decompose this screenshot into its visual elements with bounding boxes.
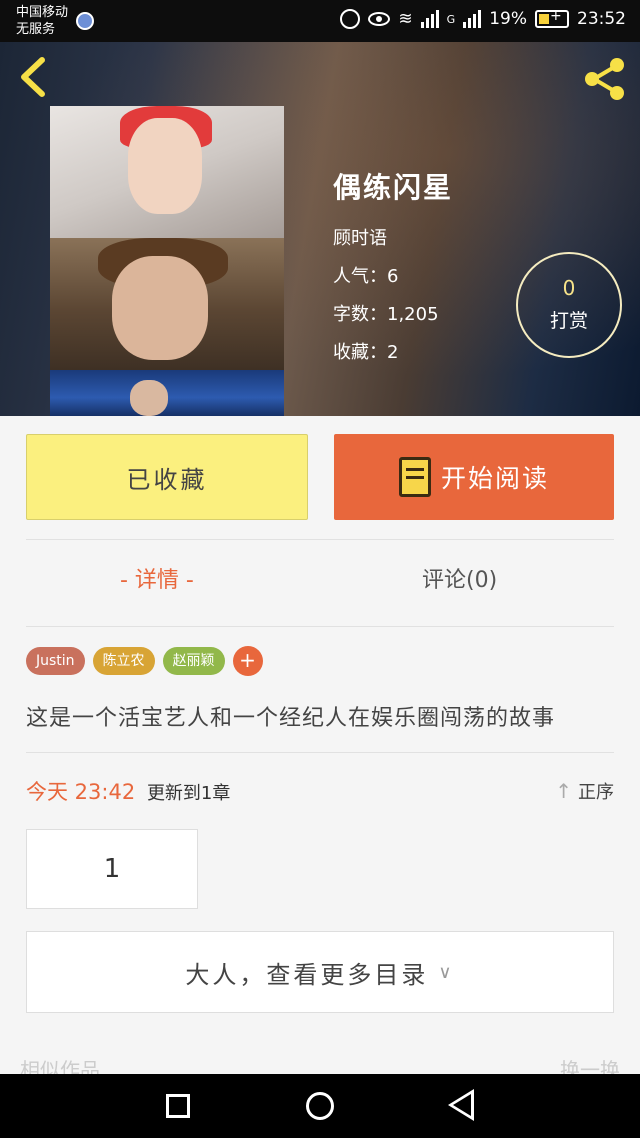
divider — [26, 626, 614, 627]
tab-comments[interactable]: 评论(0) — [422, 562, 497, 594]
tag[interactable]: 赵丽颖 — [162, 647, 225, 675]
tab-detail[interactable]: - 详情 - — [120, 562, 194, 594]
divider — [26, 539, 614, 540]
tip-label: 打赏 — [549, 310, 588, 332]
cover-figure-face — [112, 256, 208, 360]
battery-percent: 19% — [489, 9, 527, 29]
notification-app-icon — [76, 12, 94, 30]
book-header: 偶练闪星 顾时语 人气：6 字数：1,205 收藏：2 0 打赏 — [0, 42, 640, 416]
collected-button[interactable]: 已收藏 — [26, 434, 308, 520]
more-catalog-button[interactable]: 大人，查看更多目录 ∨ — [26, 931, 614, 1013]
status-icons: ≋ G 19% 23:52 — [340, 8, 626, 29]
book-author[interactable]: 顾时语 — [333, 220, 453, 258]
chevron-down-icon: ∨ — [438, 961, 455, 983]
action-buttons: 已收藏 开始阅读 — [26, 434, 614, 522]
book-cover[interactable] — [50, 106, 284, 416]
book-info: 偶练闪星 顾时语 人气：6 字数：1,205 收藏：2 — [333, 166, 453, 372]
system-nav-bar — [0, 1074, 640, 1138]
cover-photo-3 — [50, 370, 284, 416]
signal-icon — [420, 10, 439, 28]
book-popularity: 人气：6 — [333, 266, 399, 287]
tag-list: Justin 陈立农 赵丽颖 + — [26, 646, 263, 676]
sort-button[interactable]: ↑ 正序 — [555, 778, 614, 804]
start-reading-button[interactable]: 开始阅读 — [334, 434, 614, 520]
book-word-count: 字数：1,205 — [333, 304, 439, 325]
tag[interactable]: Justin — [26, 647, 85, 675]
sort-label: 正序 — [578, 782, 614, 803]
signal-type: G — [446, 12, 456, 26]
back-chevron-icon[interactable] — [14, 54, 54, 100]
tip-button[interactable]: 0 打赏 — [516, 252, 622, 358]
clock: 23:52 — [577, 9, 626, 29]
more-catalog-label: 大人，查看更多目录 — [185, 960, 429, 989]
status-bar: 中国移动 无服务 ≋ G 19% 23:52 — [0, 0, 640, 42]
book-summary: 这是一个活宝艺人和一个经纪人在娱乐圈闯荡的故事 — [26, 706, 556, 731]
divider — [26, 752, 614, 753]
update-info: 今天 23:42 更新到1章 ↑ 正序 — [26, 776, 614, 806]
update-date: 今天 23:42 — [26, 780, 136, 804]
book-icon — [398, 457, 431, 497]
recent-apps-icon[interactable] — [166, 1094, 190, 1118]
arrow-up-icon: ↑ — [555, 779, 572, 803]
signal-icon-2 — [463, 10, 482, 28]
carrier-service: 无服务 — [16, 22, 56, 37]
alarm-icon — [340, 9, 361, 29]
eye-comfort-icon — [368, 12, 391, 26]
start-reading-label: 开始阅读 — [440, 464, 549, 493]
tag[interactable]: 陈立农 — [92, 647, 155, 675]
share-icon[interactable] — [580, 54, 630, 104]
cover-figure-face — [128, 118, 202, 214]
battery-icon — [535, 8, 569, 28]
chapter-item[interactable]: 1 — [26, 829, 198, 909]
nav-back-icon[interactable] — [448, 1089, 474, 1121]
carrier-info: 中国移动 无服务 — [16, 4, 68, 38]
cover-figure-face — [130, 380, 168, 416]
carrier-name: 中国移动 — [16, 5, 69, 20]
home-icon[interactable] — [306, 1092, 334, 1120]
tip-count: 0 — [562, 276, 576, 300]
book-favorites: 收藏：2 — [333, 342, 399, 363]
add-tag-button[interactable]: + — [232, 646, 263, 676]
book-title: 偶练闪星 — [333, 171, 454, 204]
cover-photo-2 — [50, 238, 284, 370]
cover-photo-1 — [50, 106, 284, 238]
wifi-icon: ≋ — [398, 9, 413, 29]
update-text: 更新到1章 — [146, 783, 231, 804]
